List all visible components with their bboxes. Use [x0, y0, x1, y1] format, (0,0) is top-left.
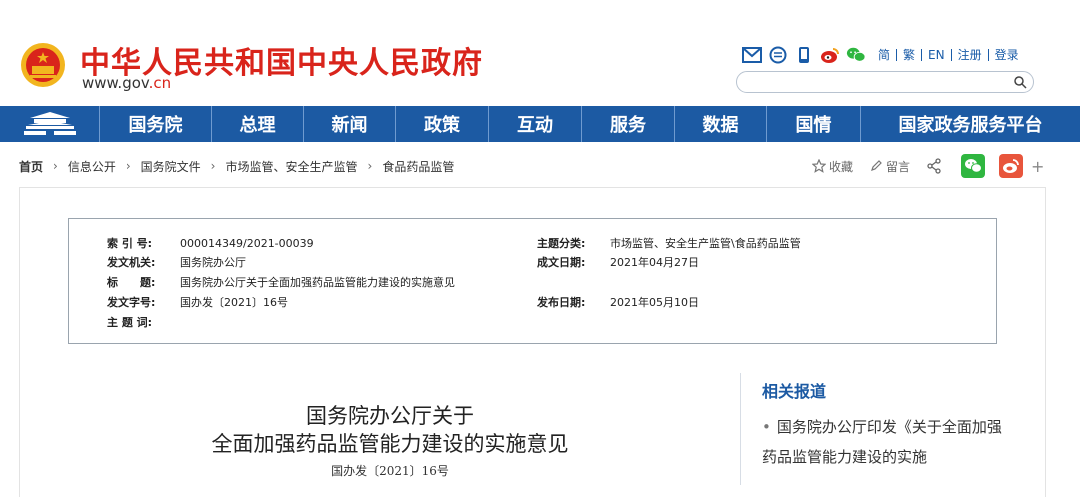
- search-input[interactable]: [736, 71, 1034, 93]
- meta-keywords-label: 主 题 词:: [107, 316, 153, 329]
- nav-home[interactable]: [0, 106, 100, 142]
- document-title-line2: 全面加强药品监管能力建设的实施意见: [211, 432, 569, 456]
- meta-docno-value: 国办发〔2021〕16号: [180, 296, 288, 309]
- meta-published-value: 2021年05月10日: [610, 296, 699, 309]
- site-url-tld: .cn: [148, 74, 172, 92]
- related-report-item[interactable]: • 国务院办公厅印发《关于全面加强药品监管能力建设的实施: [762, 412, 1002, 472]
- breadcrumb-food-drug[interactable]: 食品药品监管: [382, 158, 454, 175]
- meta-published-label: 发布日期:: [537, 296, 586, 309]
- breadcrumb-info-disclosure[interactable]: 信息公开: [68, 158, 116, 175]
- meta-title-value: 国务院办公厅关于全面加强药品监管能力建设的实施意见: [180, 276, 455, 289]
- star-icon: [812, 159, 826, 173]
- nav-item-news[interactable]: 新闻: [304, 106, 396, 142]
- lang-traditional-link[interactable]: 繁: [897, 49, 923, 61]
- breadcrumb: 首页 › 信息公开 › 国务院文件 › 市场监管、安全生产监管 › 食品药品监管: [19, 157, 454, 175]
- register-link[interactable]: 注册: [952, 49, 989, 61]
- site-url-prefix: www.gov: [82, 74, 149, 92]
- comment-label: 留言: [886, 159, 911, 174]
- lang-simplified-link[interactable]: 简: [872, 49, 898, 61]
- bullet-icon: •: [762, 418, 771, 436]
- meta-created-value: 2021年04月27日: [610, 256, 699, 269]
- meta-created-row: 成文日期: 2021年04月27日: [537, 254, 699, 270]
- share-button[interactable]: [926, 158, 945, 174]
- meta-issuer-value: 国务院办公厅: [180, 256, 246, 269]
- main-nav: 国务院 总理 新闻 政策 互动 服务 数据 国情 国家政务服务平台: [0, 106, 1080, 142]
- chevron-right-icon: ›: [210, 159, 216, 173]
- meta-created-label: 成文日期:: [537, 256, 586, 269]
- tiananmen-icon: [23, 112, 76, 135]
- nav-item-interaction[interactable]: 互动: [489, 106, 582, 142]
- chevron-right-icon: ›: [53, 159, 58, 173]
- nav-item-state-council[interactable]: 国务院: [100, 106, 212, 142]
- document-metadata-table: 索 引 号: 000014349/2021-00039 主题分类: 市场监管、安全生…: [68, 218, 997, 344]
- national-emblem-icon[interactable]: [20, 42, 66, 88]
- meta-title-row: 标 题: 国务院办公厅关于全面加强药品监管能力建设的实施意见: [107, 274, 455, 290]
- share-wechat-button[interactable]: [961, 154, 986, 178]
- chevron-right-icon: ›: [367, 159, 373, 173]
- share-weibo-button[interactable]: [999, 154, 1024, 178]
- meta-docno-row: 发文字号: 国办发〔2021〕16号: [107, 294, 288, 310]
- weibo-icon: [1003, 159, 1019, 173]
- comment-button[interactable]: 留言: [869, 158, 910, 175]
- site-url[interactable]: www.gov.cn: [82, 74, 171, 92]
- nav-item-data[interactable]: 数据: [675, 106, 767, 142]
- breadcrumb-state-council-docs[interactable]: 国务院文件: [141, 158, 201, 175]
- nav-item-gov-service-platform[interactable]: 国家政务服务平台: [861, 106, 1080, 142]
- wechat-icon[interactable]: [846, 45, 866, 65]
- sidebar-divider: [740, 373, 741, 485]
- meta-title-label: 标 题:: [107, 276, 156, 289]
- login-link[interactable]: 登录: [989, 49, 1025, 61]
- nav-item-services[interactable]: 服务: [582, 106, 675, 142]
- weibo-icon[interactable]: [820, 45, 840, 65]
- wechat-icon: [965, 159, 983, 173]
- related-reports-title: 相关报道: [762, 382, 827, 401]
- meta-topic-label: 主题分类:: [537, 237, 586, 250]
- share-icon: [927, 158, 941, 174]
- nav-item-national-info[interactable]: 国情: [767, 106, 861, 142]
- meta-keywords-row: 主 题 词:: [107, 314, 180, 330]
- meta-docno-label: 发文字号:: [107, 296, 156, 309]
- pencil-icon: [871, 160, 882, 171]
- page-actions: 收藏 留言 +: [812, 154, 1044, 178]
- meta-topic-value: 市场监管、安全生产监管\食品药品监管: [610, 237, 801, 250]
- meta-index-row: 索 引 号: 000014349/2021-00039: [107, 235, 314, 251]
- breadcrumb-home[interactable]: 首页: [19, 158, 43, 175]
- meta-issuer-label: 发文机关:: [107, 256, 156, 269]
- breadcrumb-market-regulation[interactable]: 市场监管、安全生产监管: [225, 158, 357, 175]
- search-icon[interactable]: [1013, 75, 1027, 89]
- top-links: 简 繁 EN 注册 登录: [742, 44, 1025, 66]
- favorite-label: 收藏: [829, 159, 854, 174]
- chevron-right-icon: ›: [125, 159, 131, 173]
- nav-item-policy[interactable]: 政策: [396, 106, 489, 142]
- mobile-icon[interactable]: [794, 45, 814, 65]
- site-header: 中华人民共和国中央人民政府 www.gov.cn 简 繁 EN 注册 登录: [0, 0, 1080, 106]
- meta-index-value: 000014349/2021-00039: [180, 237, 314, 250]
- message-icon[interactable]: [768, 45, 788, 65]
- document-title-line1: 国务院办公厅关于: [306, 404, 474, 428]
- more-share-button[interactable]: +: [1031, 157, 1044, 176]
- nav-item-premier[interactable]: 总理: [212, 106, 304, 142]
- meta-issuer-row: 发文机关: 国务院办公厅: [107, 254, 246, 270]
- mail-icon[interactable]: [742, 45, 762, 65]
- meta-published-row: 发布日期: 2021年05月10日: [537, 294, 699, 310]
- related-report-link[interactable]: 国务院办公厅印发《关于全面加强药品监管能力建设的实施: [762, 418, 1002, 466]
- document-number: 国办发〔2021〕16号: [331, 464, 449, 478]
- favorite-button[interactable]: 收藏: [812, 158, 853, 175]
- meta-index-label: 索 引 号:: [107, 237, 153, 250]
- meta-topic-row: 主题分类: 市场监管、安全生产监管\食品药品监管: [537, 235, 801, 251]
- lang-english-link[interactable]: EN: [922, 49, 952, 61]
